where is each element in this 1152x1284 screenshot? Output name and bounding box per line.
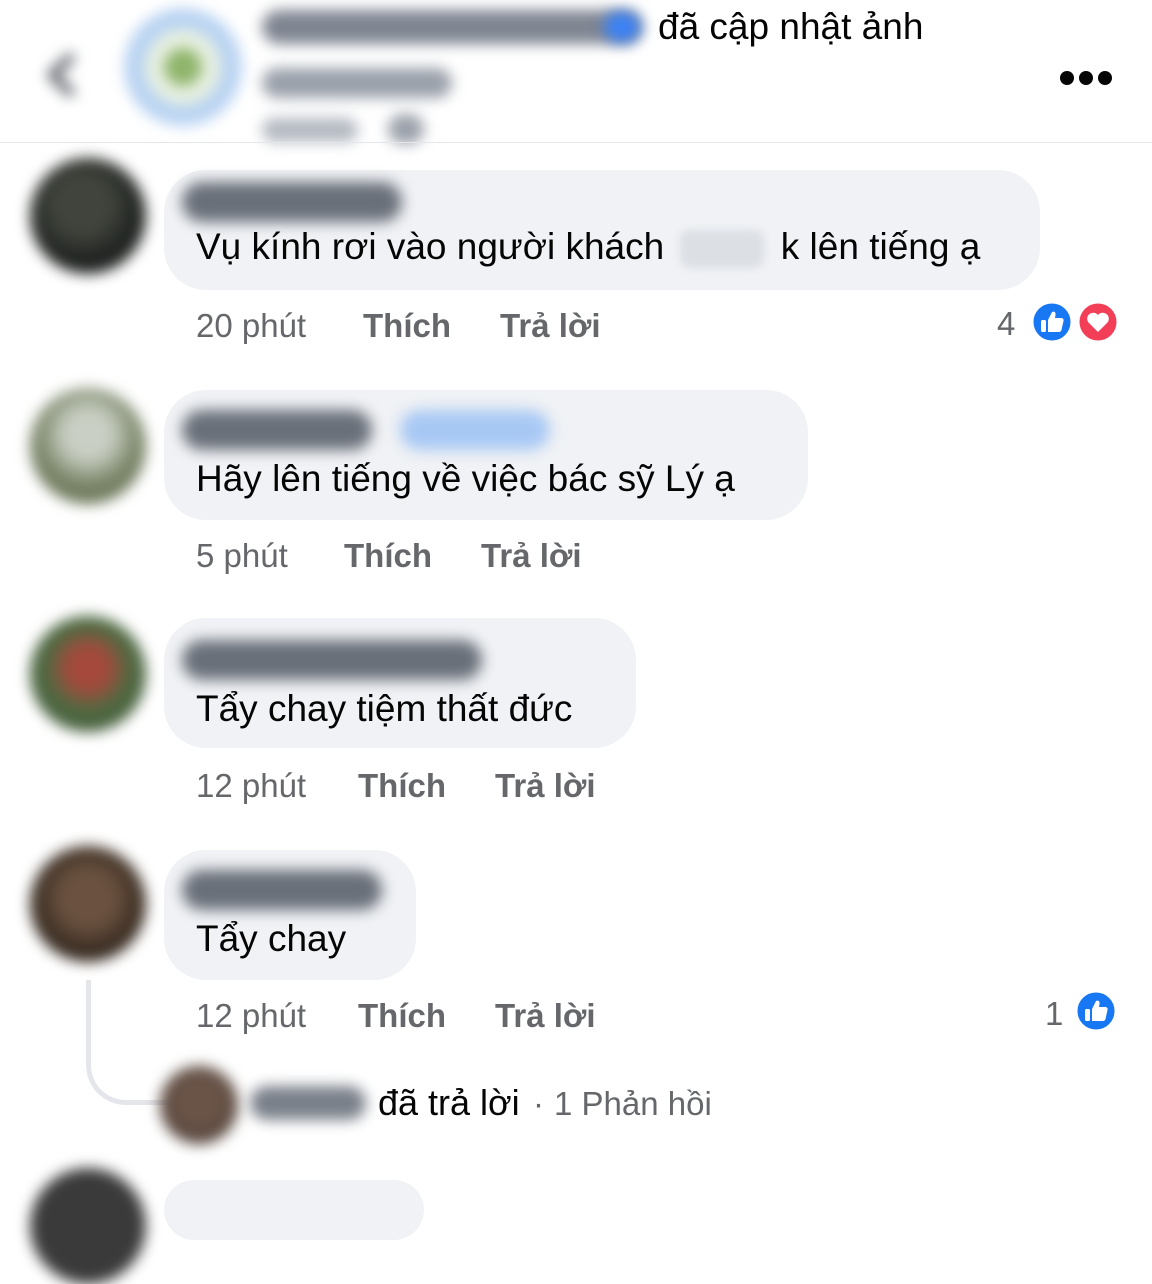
avatar[interactable] bbox=[30, 388, 146, 504]
reply-button[interactable]: Trả lời bbox=[500, 306, 601, 346]
like-icon bbox=[1030, 300, 1074, 344]
page-name[interactable] bbox=[262, 10, 642, 44]
replier-name bbox=[250, 1086, 366, 1120]
commenter-name[interactable] bbox=[182, 640, 482, 680]
post-header: đã cập nhật ảnh bbox=[0, 0, 1152, 144]
chevron-left-icon[interactable] bbox=[38, 50, 88, 100]
reply-count[interactable]: 1 Phản hồi bbox=[554, 1082, 712, 1126]
comment-text: Vụ kính rơi vào người khách k lên tiếng … bbox=[196, 224, 980, 270]
privacy-icon bbox=[388, 114, 424, 144]
reply-thread-line bbox=[86, 980, 171, 1105]
verified-badge-icon bbox=[604, 12, 640, 42]
redacted-text bbox=[680, 230, 765, 269]
header-divider bbox=[0, 142, 1152, 143]
avatar[interactable] bbox=[30, 846, 146, 962]
reaction-count[interactable]: 4 bbox=[997, 304, 1015, 344]
reaction-count[interactable]: 1 bbox=[1045, 994, 1063, 1034]
more-horizontal-icon[interactable] bbox=[1058, 64, 1114, 92]
comment-time: 12 phút bbox=[196, 767, 307, 804]
header-action-text: đã cập nhật ảnh bbox=[658, 6, 924, 47]
reply-separator: · bbox=[533, 1085, 544, 1122]
post-timestamp bbox=[262, 118, 358, 142]
like-button[interactable]: Thích bbox=[344, 536, 432, 576]
commenter-name[interactable] bbox=[182, 410, 372, 450]
reply-button[interactable]: Trả lời bbox=[481, 536, 582, 576]
comment-time: 20 phút bbox=[196, 307, 307, 344]
comment-text-part: k lên tiếng ạ bbox=[780, 226, 981, 267]
comment-text: Tẩy chay bbox=[196, 918, 347, 959]
comment-time: 12 phút bbox=[196, 997, 307, 1034]
follow-link[interactable] bbox=[400, 410, 550, 450]
comment-time: 5 phút bbox=[196, 537, 288, 574]
commenter-name[interactable] bbox=[182, 870, 382, 910]
like-icon bbox=[1074, 989, 1118, 1033]
comment-bubble bbox=[164, 1180, 424, 1240]
avatar[interactable] bbox=[30, 158, 146, 274]
like-button[interactable]: Thích bbox=[363, 306, 451, 346]
reply-button[interactable]: Trả lời bbox=[495, 996, 596, 1036]
comment-text: Hãy lên tiếng về việc bác sỹ Lý ạ bbox=[196, 458, 735, 499]
page-avatar[interactable] bbox=[124, 8, 242, 126]
avatar bbox=[160, 1066, 238, 1144]
commenter-name[interactable] bbox=[182, 182, 402, 222]
page-subtitle bbox=[262, 68, 452, 98]
love-icon bbox=[1076, 300, 1120, 344]
avatar[interactable] bbox=[30, 616, 146, 732]
like-button[interactable]: Thích bbox=[358, 766, 446, 806]
reply-action-text: đã trả lời bbox=[378, 1082, 520, 1123]
comment-text: Tẩy chay tiệm thất đức bbox=[196, 688, 573, 729]
like-button[interactable]: Thích bbox=[358, 996, 446, 1036]
avatar[interactable] bbox=[30, 1168, 146, 1284]
comment-text-part: Vụ kính rơi vào người khách bbox=[196, 226, 665, 267]
reply-button[interactable]: Trả lời bbox=[495, 766, 596, 806]
